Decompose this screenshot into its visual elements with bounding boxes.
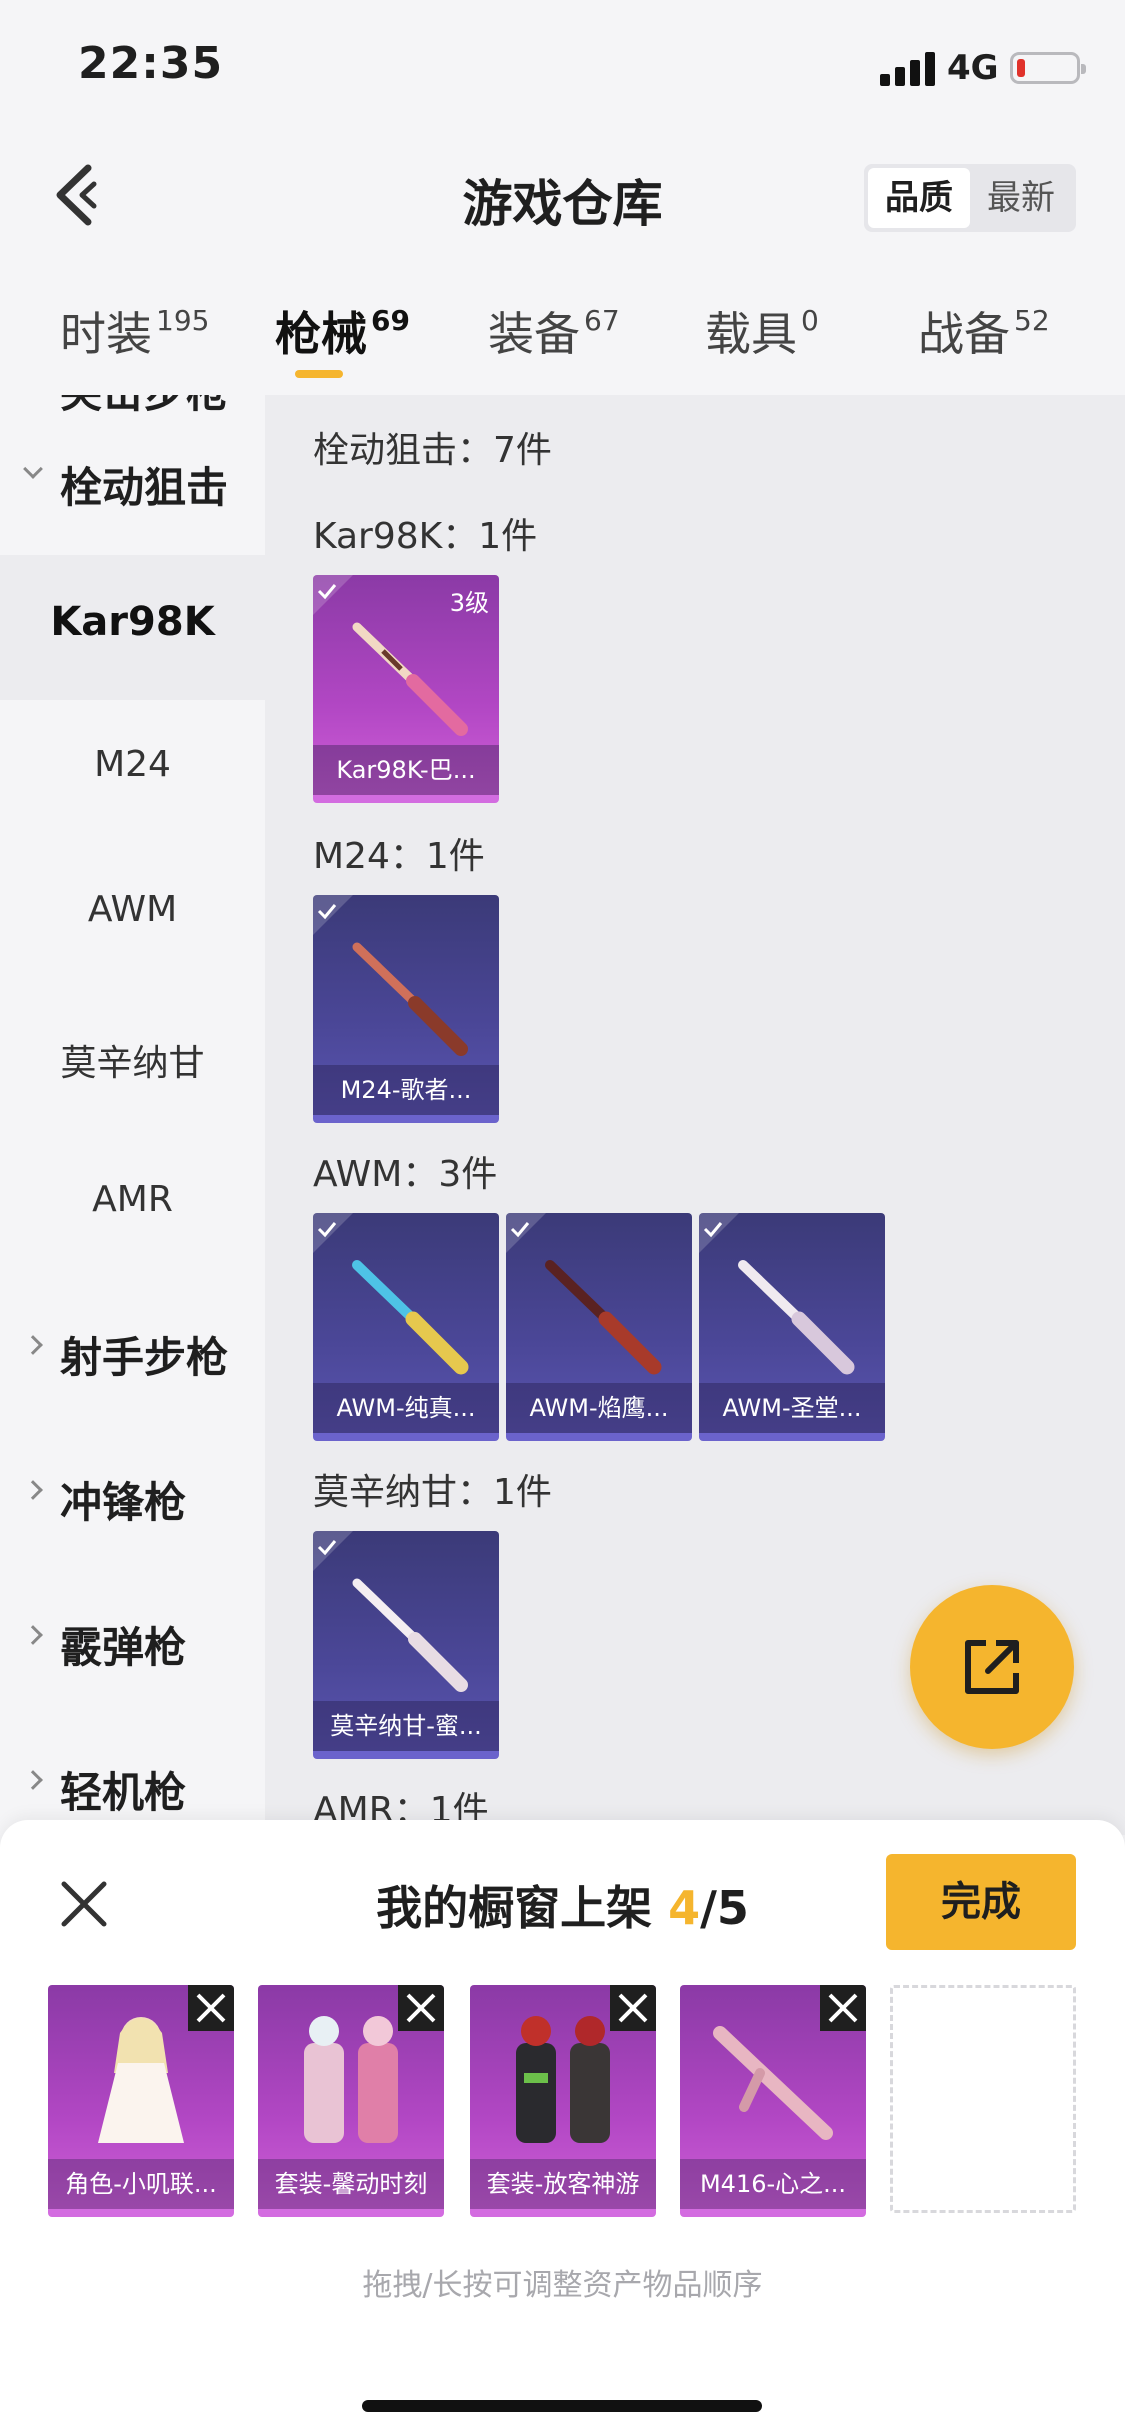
showcase-slot[interactable]: 套装-馨动时刻: [258, 1985, 444, 2217]
close-icon: [828, 1993, 858, 2023]
slot-name: M416-心之...: [680, 2159, 866, 2209]
chevron-right-icon: [23, 1480, 43, 1500]
sidebar-item-label: 栓动狙击: [60, 463, 229, 512]
slot-name: 角色-小叽联...: [48, 2159, 234, 2209]
showcase-sheet: 我的橱窗上架 4/5 完成 角色-小叽联... 套装-馨动时刻 套装-放客神游 …: [0, 1820, 1125, 2436]
sidebar-item-label: Kar98K: [50, 599, 215, 645]
sort-toggle: 品质 最新: [864, 164, 1076, 232]
group-header-awm: AWM：3件: [313, 1154, 498, 1195]
category-tabs: 时装 195 枪械 69 装备 67 载具 0 战备 52: [0, 270, 1125, 395]
tab-count: 52: [1014, 304, 1050, 337]
tab-count: 67: [584, 304, 620, 337]
sidebar-item-label: AMR: [92, 1179, 173, 1220]
rifle-icon: [352, 622, 468, 736]
showcase-slot[interactable]: 角色-小叽联...: [48, 1985, 234, 2217]
showcase-slot[interactable]: 套装-放客神游: [470, 1985, 656, 2217]
tab-vehicles[interactable]: 载具 0: [705, 298, 819, 364]
sidebar-item-kar98k[interactable]: Kar98K: [0, 555, 265, 700]
item-name: AWM-圣堂...: [699, 1383, 885, 1433]
rifle-icon: [352, 942, 468, 1056]
tab-count: 195: [156, 304, 210, 337]
showcase-slot[interactable]: M416-心之...: [680, 1985, 866, 2217]
item-name: Kar98K-巴...: [313, 745, 499, 795]
rifle-icon: [352, 1578, 468, 1692]
item-name: AWM-焰鹰...: [506, 1383, 692, 1433]
sidebar-item-label: 射手步枪: [60, 1333, 229, 1382]
remove-button[interactable]: [610, 1985, 656, 2031]
share-icon: [965, 1640, 1019, 1694]
sidebar-item-label: 冲锋枪: [60, 1478, 187, 1527]
sidebar-item-label: 莫辛纳甘: [60, 1043, 205, 1084]
sidebar-item-label: 轻机枪: [60, 1768, 187, 1817]
chevron-right-icon: [23, 1335, 43, 1355]
rifle-icon: [352, 1260, 469, 1375]
slot-name: 套装-馨动时刻: [258, 2159, 444, 2209]
sidebar-item-mosin[interactable]: 莫辛纳甘: [0, 990, 265, 1135]
tab-equipment[interactable]: 装备 67: [488, 298, 620, 364]
chevron-right-icon: [23, 1770, 43, 1790]
item-name: M24-歌者...: [313, 1065, 499, 1115]
done-button[interactable]: 完成: [886, 1854, 1076, 1950]
sidebar-item-awm[interactable]: AWM: [0, 845, 265, 990]
group-header-kar98k: Kar98K：1件: [313, 516, 538, 557]
item-card[interactable]: 莫辛纳甘-蜜...: [313, 1531, 499, 1759]
remove-button[interactable]: [820, 1985, 866, 2031]
empty-slot[interactable]: [890, 1985, 1076, 2213]
tab-fashion[interactable]: 时装 195: [60, 298, 209, 364]
status-time: 22:35: [78, 38, 224, 89]
item-name: AWM-纯真...: [313, 1383, 499, 1433]
group-header-mosin: 莫辛纳甘：1件: [313, 1472, 552, 1513]
section-total: 栓动狙击：7件: [313, 430, 552, 471]
item-card[interactable]: AWM-圣堂...: [699, 1213, 885, 1441]
rifle-icon: [545, 1260, 662, 1375]
home-indicator[interactable]: [362, 2400, 762, 2412]
sidebar-item-label: 霰弹枪: [60, 1623, 187, 1672]
tab-supplies[interactable]: 战备 52: [918, 298, 1050, 364]
remove-button[interactable]: [188, 1985, 234, 2031]
reorder-hint: 拖拽/长按可调整资产物品顺序: [362, 2268, 763, 2303]
slot-name: 套装-放客神游: [470, 2159, 656, 2209]
sidebar-group-bolt-sniper[interactable]: 栓动狙击: [0, 410, 265, 555]
active-tab-indicator: [295, 370, 343, 378]
close-icon: [406, 1993, 436, 2023]
item-card[interactable]: 3级 Kar98K-巴...: [313, 575, 499, 803]
close-icon: [618, 1993, 648, 2023]
item-name: 莫辛纳甘-蜜...: [313, 1701, 499, 1751]
battery-icon: [1010, 52, 1086, 84]
sidebar-group-smg[interactable]: 冲锋枪: [0, 1425, 265, 1570]
sidebar-group-lmg[interactable]: 轻机枪: [0, 1715, 265, 1835]
chevron-right-icon: [23, 1625, 43, 1645]
tab-count: 69: [371, 304, 410, 337]
sidebar-item-amr[interactable]: AMR: [0, 1135, 265, 1280]
sort-quality-button[interactable]: 品质: [868, 168, 970, 228]
group-header-m24: M24：1件: [313, 836, 485, 877]
sidebar: 突击步枪 栓动狙击 Kar98K M24 AWM 莫辛纳甘 AMR 射手步枪 冲…: [0, 395, 265, 1835]
rifle-icon: [738, 1260, 855, 1375]
tab-count: 0: [801, 304, 819, 337]
sort-newest-button[interactable]: 最新: [970, 168, 1072, 228]
item-card[interactable]: AWM-焰鹰...: [506, 1213, 692, 1441]
item-card[interactable]: M24-歌者...: [313, 895, 499, 1123]
showcase-count: 4: [668, 1881, 701, 1935]
sidebar-group-marksman[interactable]: 射手步枪: [0, 1280, 265, 1425]
sidebar-group-shotgun[interactable]: 霰弹枪: [0, 1570, 265, 1715]
header: 游戏仓库 品质 最新: [0, 130, 1125, 270]
status-bar: 22:35 4G: [0, 0, 1125, 130]
network-type: 4G: [947, 48, 999, 88]
showcase-max: /5: [700, 1881, 749, 1935]
chevron-down-icon: [23, 459, 43, 479]
signal-icon: [880, 52, 936, 86]
tab-guns[interactable]: 枪械 69: [275, 298, 410, 364]
item-card[interactable]: AWM-纯真...: [313, 1213, 499, 1441]
close-icon: [196, 1993, 226, 2023]
share-button[interactable]: [910, 1585, 1074, 1749]
sidebar-item-label: AWM: [87, 889, 178, 930]
sidebar-item-m24[interactable]: M24: [0, 700, 265, 845]
remove-button[interactable]: [398, 1985, 444, 2031]
sidebar-item-label: M24: [94, 744, 171, 785]
